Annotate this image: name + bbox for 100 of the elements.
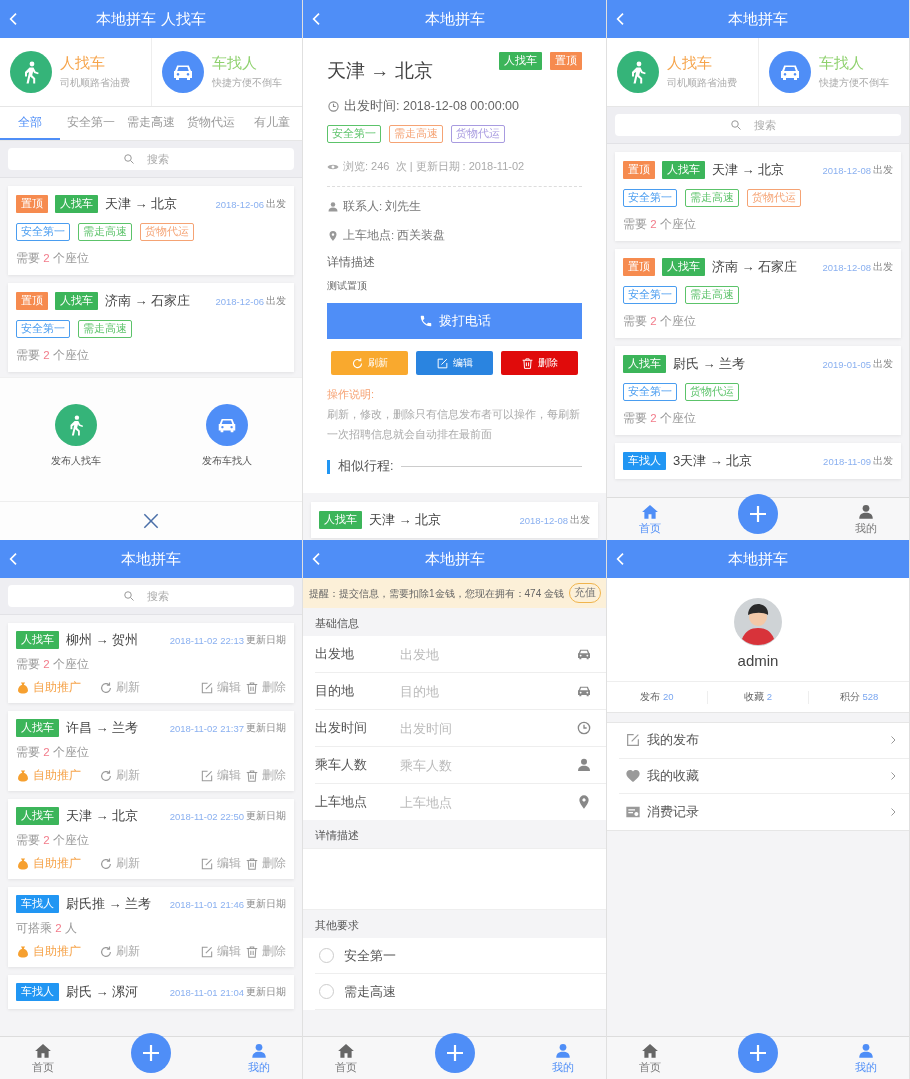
trip-card[interactable]: 车找人 尉氏 → 漯河 2018-11-01 21:04 更新日期 — [8, 975, 294, 1009]
edit-button[interactable]: 编辑 — [200, 680, 241, 695]
delete-button[interactable]: 删除 — [245, 680, 286, 695]
refresh-button[interactable]: 刷新 — [99, 680, 140, 695]
description-field[interactable] — [303, 848, 606, 910]
person-icon — [250, 1041, 268, 1060]
refresh-button[interactable]: 刷新 — [99, 768, 140, 783]
person-icon — [857, 502, 875, 521]
seat-count-text: 需要 2 个座位 — [16, 833, 90, 848]
call-button[interactable]: 拨打电话 — [327, 303, 582, 339]
publish-button[interactable]: 发布车找人 — [201, 404, 252, 501]
refresh-button[interactable]: 刷新 — [331, 351, 408, 375]
date-label: 出发 — [570, 513, 590, 527]
input-field[interactable]: 出发地 — [400, 646, 576, 662]
add-button[interactable] — [434, 1033, 475, 1073]
nav-tab[interactable]: 我的 — [855, 502, 877, 536]
date-label: 更新日期 — [246, 721, 286, 735]
field-label: 出发地 — [315, 645, 355, 663]
category-button[interactable] — [10, 51, 52, 93]
nav-tab[interactable]: 首页 — [335, 1041, 357, 1075]
date-text: 2018-12-08 — [822, 164, 871, 176]
trip-card[interactable]: 置顶 人找车 济南 → 石家庄 2018-12-08 出发 安全第一 需走高速 需要 2 个座位 — [615, 249, 901, 338]
delete-button[interactable]: 删除 — [245, 856, 286, 871]
trip-card[interactable]: 置顶 人找车 天津 → 北京 2018-12-06 出发 安全第一 需走高速 货物代运 需要 2 个座位 — [8, 186, 294, 275]
category-button[interactable] — [161, 51, 204, 93]
edit-button[interactable]: 编辑 — [200, 944, 241, 959]
refresh-icon — [99, 768, 113, 783]
type-badge: 置顶 — [550, 52, 582, 70]
add-button[interactable] — [738, 494, 778, 534]
input-field[interactable]: 上车地点 — [400, 794, 576, 810]
delete-button[interactable]: 删除 — [245, 768, 286, 783]
date-text: 2018-11-02 21:37 — [169, 722, 244, 734]
edit-button[interactable]: 编辑 — [416, 351, 493, 375]
menu-item[interactable]: 我的收藏 — [619, 758, 909, 794]
refresh-button[interactable]: 刷新 — [99, 944, 140, 959]
publish-button[interactable]: 发布人找车 — [50, 404, 101, 501]
type-badge: 车找人 — [16, 895, 59, 913]
search-field[interactable]: 搜索 — [8, 585, 294, 607]
delete-button[interactable]: 删除 — [501, 351, 578, 375]
nav-tab[interactable]: 我的 — [552, 1041, 574, 1075]
input-field[interactable]: 出发时间 — [400, 720, 576, 736]
promote-button[interactable]: 自助推广 — [16, 680, 81, 695]
type-badge: 人找车 — [55, 292, 98, 310]
tag: 安全第一 — [623, 189, 677, 207]
type-badge: 置顶 — [16, 195, 48, 213]
refresh-icon — [99, 944, 113, 959]
input-field[interactable]: 乘车人数 — [400, 757, 576, 773]
checkbox[interactable] — [319, 984, 334, 999]
edit-button[interactable]: 编辑 — [200, 768, 241, 783]
category-button[interactable] — [768, 51, 811, 93]
filter-tab[interactable]: 有儿童 — [241, 107, 302, 140]
page-title: 本地拼车 — [424, 9, 485, 29]
nav-tab[interactable]: 首页 — [639, 502, 661, 536]
trip-card[interactable]: 车找人 3天津 → 北京 2018-11-09 出发 — [615, 443, 901, 479]
trip-card[interactable]: 置顶 人找车 济南 → 石家庄 2018-12-06 出发 安全第一 需走高速 需要 2 个座位 — [8, 283, 294, 372]
category-title: 人找车 — [60, 54, 106, 73]
close-button[interactable] — [141, 511, 161, 531]
filter-tab[interactable]: 安全第一 — [60, 107, 121, 140]
home-icon — [34, 1041, 52, 1060]
trip-card[interactable]: 人找车 许昌 → 兰考 2018-11-02 21:37 更新日期 需要 2 个座位 自助推广 刷新 编辑 删除 — [8, 711, 294, 791]
checkbox[interactable] — [319, 948, 334, 963]
search-field[interactable]: 搜索 — [615, 114, 901, 136]
tag: 需走高速 — [685, 286, 739, 304]
category-button[interactable] — [617, 51, 659, 93]
page-title: 本地拼车 — [121, 549, 181, 569]
date-label: 出发 — [873, 163, 893, 177]
delete-button[interactable]: 删除 — [245, 944, 286, 959]
filter-tab[interactable]: 需走高速 — [120, 107, 182, 140]
seat-count-text: 需要 2 个座位 — [623, 217, 697, 232]
filter-tab[interactable]: 货物代运 — [181, 107, 242, 140]
date-label: 更新日期 — [246, 897, 286, 911]
type-badge: 置顶 — [623, 258, 655, 276]
promote-button[interactable]: 自助推广 — [16, 944, 81, 959]
trip-card[interactable]: 人找车 天津 → 北京 2018-11-02 22:50 更新日期 需要 2 个座位 自助推广 刷新 编辑 删除 — [8, 799, 294, 879]
nav-tab[interactable]: 首页 — [32, 1041, 54, 1075]
trip-card[interactable]: 人找车 天津 → 北京 2018-12-08 出发 — [311, 502, 598, 538]
section-title: 相似行程: — [338, 458, 394, 475]
trip-card[interactable]: 人找车 柳州 → 贺州 2018-11-02 22:13 更新日期 需要 2 个座位 自助推广 刷新 编辑 删除 — [8, 623, 294, 703]
date-text: 2019-01-05 — [822, 358, 871, 370]
add-button[interactable] — [131, 1033, 171, 1073]
date-text: 2018-11-01 21:46 — [169, 898, 244, 910]
route-text: 许昌 → 兰考 — [66, 719, 139, 737]
menu-item[interactable]: 我的发布 — [619, 723, 909, 759]
menu-item[interactable]: 消费记录 — [619, 794, 909, 830]
nav-tab[interactable]: 我的 — [855, 1041, 877, 1075]
category-subtitle: 司机顺路省油费 — [667, 77, 737, 90]
trip-card[interactable]: 车找人 尉氏推 → 兰考 2018-11-01 21:46 更新日期 可搭乘 2 人 自助推广 刷新 编辑 删除 — [8, 887, 294, 967]
stat-text: 发布 20 — [639, 690, 675, 704]
input-field[interactable]: 目的地 — [400, 683, 576, 699]
route-title: 天津 → 北京 — [327, 59, 433, 83]
promote-button[interactable]: 自助推广 — [16, 768, 81, 783]
trip-card[interactable]: 置顶 人找车 天津 → 北京 2018-12-08 出发 安全第一 需走高速 货物代运 需要 2 个座位 — [615, 152, 901, 241]
search-field[interactable]: 搜索 — [8, 148, 294, 170]
refresh-button[interactable]: 刷新 — [99, 856, 140, 871]
add-button[interactable] — [738, 1033, 778, 1073]
edit-button[interactable]: 编辑 — [200, 856, 241, 871]
promote-button[interactable]: 自助推广 — [16, 856, 81, 871]
nav-tab[interactable]: 首页 — [639, 1041, 661, 1075]
nav-tab[interactable]: 我的 — [248, 1041, 270, 1075]
trip-card[interactable]: 人找车 尉氏 → 兰考 2019-01-05 出发 安全第一 货物代运 需要 2 个座位 — [615, 346, 901, 435]
